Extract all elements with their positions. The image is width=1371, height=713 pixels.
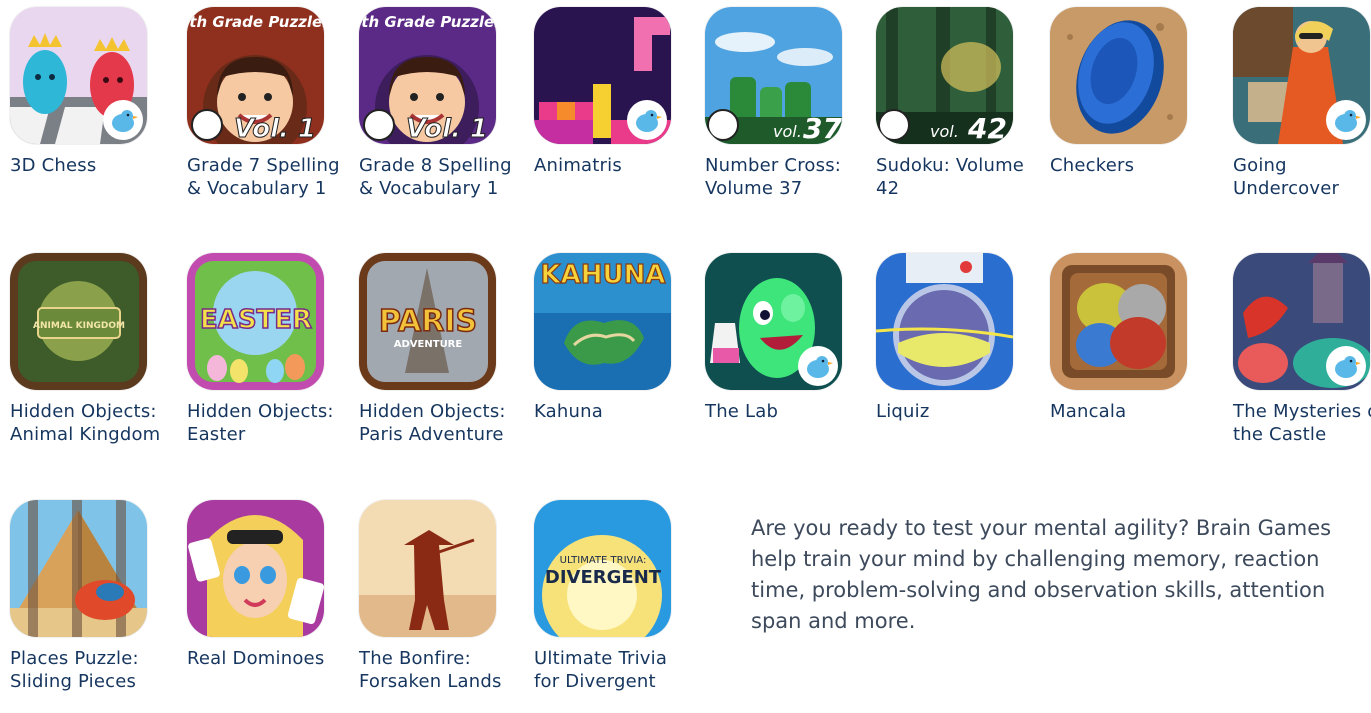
game-icon-kahuna: KAHUNA <box>534 253 671 390</box>
game-icon-real-dominoes <box>187 500 324 637</box>
game-name: Liquiz <box>876 401 930 422</box>
game-name: Sudoku: Volume 42 <box>876 155 1025 199</box>
game-icon-grade7: 7th Grade Puzzles Vol. 1 <box>187 7 324 144</box>
game-name: Real Dominoes <box>187 648 325 669</box>
game-icon-checkers <box>1050 7 1187 144</box>
game-icon-ho-animal: ANIMAL KINGDOM <box>10 253 147 390</box>
game-icon-mysteries-castle <box>1233 253 1370 390</box>
game-tile-going-undercover[interactable]: Going Undercover <box>1233 7 1371 200</box>
game-icon-liquiz <box>876 253 1013 390</box>
game-tile-sudoku[interactable]: vol. 42 Sudoku: Volume 42 <box>876 7 1036 200</box>
game-tile-liquiz[interactable]: Liquiz <box>876 253 1036 423</box>
game-tile-places-puzzle[interactable]: Places Puzzle: Sliding Pieces <box>10 500 170 693</box>
game-tile-grade7[interactable]: 7th Grade Puzzles Vol. 1 Grade 7 Spellin… <box>187 7 347 200</box>
game-icon-bonfire <box>359 500 496 637</box>
game-tile-ho-easter[interactable]: EASTER Hidden Objects: Easter <box>187 253 347 446</box>
game-icon-number-cross: vol. 37 <box>705 7 842 144</box>
game-name: Places Puzzle: Sliding Pieces <box>10 648 139 692</box>
art-title: EASTER <box>200 305 312 335</box>
art-title: ANIMAL KINGDOM <box>33 321 125 331</box>
art-title: 8th Grade Puzzles <box>359 13 496 31</box>
art-vol-number: 42 <box>967 112 1007 144</box>
game-name: Going Undercover <box>1233 155 1340 199</box>
game-icon-animatris <box>534 7 671 144</box>
art-title: ULTIMATE TRIVIA: <box>560 555 647 566</box>
kids-bird-badge-icon <box>798 346 838 386</box>
game-name: The Bonfire: Forsaken Lands <box>359 648 502 692</box>
game-tile-grade8[interactable]: 8th Grade Puzzles Vol. 1 Grade 8 Spellin… <box>359 7 519 200</box>
game-icon-mancala <box>1050 253 1187 390</box>
game-tile-ho-animal[interactable]: ANIMAL KINGDOM Hidden Objects: Animal Ki… <box>10 253 170 446</box>
game-name: Hidden Objects: Animal Kingdom <box>10 401 161 445</box>
game-icon-ho-paris: PARIS ADVENTURE <box>359 253 496 390</box>
game-tile-ultimate-trivia[interactable]: ULTIMATE TRIVIA: DIVERGENT Ultimate Triv… <box>534 500 694 693</box>
category-description: Are you ready to test your mental agilit… <box>751 516 1332 633</box>
game-name: Number Cross: Volume 37 <box>705 155 842 199</box>
game-name: Checkers <box>1050 155 1135 176</box>
art-title: 7th Grade Puzzles <box>187 13 324 31</box>
game-name: The Lab <box>705 401 779 422</box>
kids-bird-badge-icon <box>1326 346 1366 386</box>
game-name: Hidden Objects: Easter <box>187 401 334 445</box>
game-name: Grade 7 Spelling & Vocabulary 1 <box>187 155 340 199</box>
game-name: Grade 8 Spelling & Vocabulary 1 <box>359 155 512 199</box>
game-tile-real-dominoes[interactable]: Real Dominoes <box>187 500 347 670</box>
game-tile-the-lab[interactable]: The Lab <box>705 253 865 423</box>
game-tile-mysteries-castle[interactable]: The Mysteries of the Castle <box>1233 253 1371 446</box>
art-title: PARIS <box>379 304 477 339</box>
game-tile-kahuna[interactable]: KAHUNA Kahuna <box>534 253 694 423</box>
art-vol-prefix: vol. <box>930 122 959 141</box>
game-tile-bonfire[interactable]: The Bonfire: Forsaken Lands <box>359 500 519 693</box>
game-name: Hidden Objects: Paris Adventure <box>359 401 506 445</box>
game-name: The Mysteries of the Castle <box>1233 401 1371 445</box>
game-tile-checkers[interactable]: Checkers <box>1050 7 1210 177</box>
art-subtitle: ADVENTURE <box>394 339 463 350</box>
art-volume: Vol. 1 <box>406 114 488 144</box>
game-name: Animatris <box>534 155 622 176</box>
game-icon-sudoku: vol. 42 <box>876 7 1013 144</box>
kids-bird-badge-icon <box>1326 100 1366 140</box>
game-tile-ho-paris[interactable]: PARIS ADVENTURE Hidden Objects: Paris Ad… <box>359 253 519 446</box>
game-icon-places-puzzle <box>10 500 147 637</box>
game-icon-going-undercover <box>1233 7 1370 144</box>
art-volume: Vol. 1 <box>234 114 316 144</box>
game-tile-number-cross[interactable]: vol. 37 Number Cross: Volume 37 <box>705 7 865 200</box>
game-name: Ultimate Trivia for Divergent <box>534 648 668 692</box>
game-icon-ho-easter: EASTER <box>187 253 324 390</box>
game-icon-ultimate-trivia: ULTIMATE TRIVIA: DIVERGENT <box>534 500 671 637</box>
game-name: 3D Chess <box>10 155 97 176</box>
art-subtitle: DIVERGENT <box>545 567 662 588</box>
kids-bird-badge-icon <box>627 100 667 140</box>
kids-bird-badge-icon <box>103 100 143 140</box>
game-icon-the-lab <box>705 253 842 390</box>
game-name: Mancala <box>1050 401 1127 422</box>
game-icon-grade8: 8th Grade Puzzles Vol. 1 <box>359 7 496 144</box>
art-vol-prefix: vol. <box>773 122 802 141</box>
game-tile-mancala[interactable]: Mancala <box>1050 253 1210 423</box>
game-icon-3d-chess <box>10 7 147 144</box>
game-tile-animatris[interactable]: Animatris <box>534 7 694 177</box>
art-title: KAHUNA <box>540 260 665 290</box>
art-vol-number: 37 <box>803 112 842 144</box>
game-tile-3d-chess[interactable]: 3D Chess <box>10 7 170 177</box>
game-name: Kahuna <box>534 401 603 422</box>
